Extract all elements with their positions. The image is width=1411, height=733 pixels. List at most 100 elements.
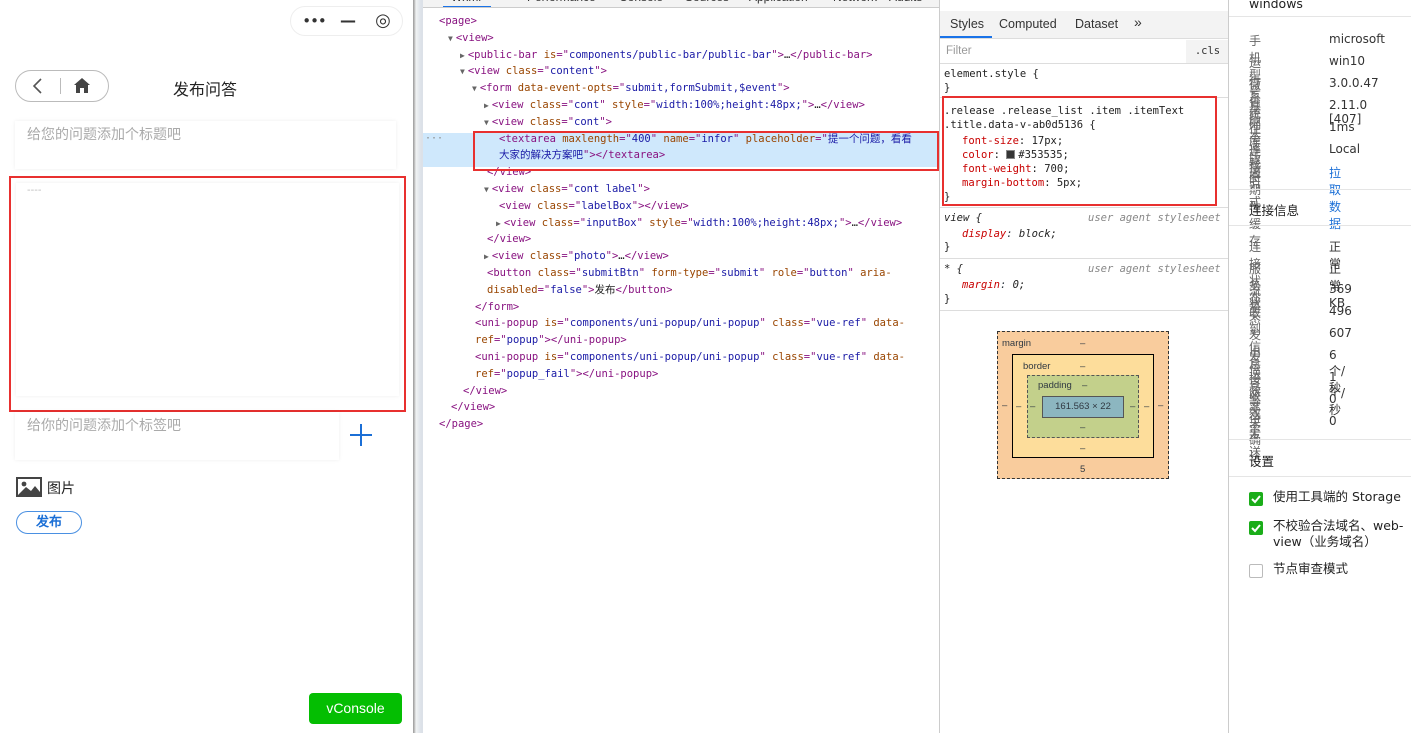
expand-toggle-icon[interactable]: ▶ xyxy=(496,219,501,228)
info-value: 3.0.0.47 xyxy=(1329,76,1379,90)
wxml-line[interactable]: ▶ <view class="inputBox" style="width:100… xyxy=(496,215,902,232)
info-value[interactable]: 拉取数据 xyxy=(1329,164,1341,232)
wxml-token: =" xyxy=(557,351,570,363)
vconsole-button[interactable]: vConsole xyxy=(309,693,402,724)
panel-splitter[interactable] xyxy=(413,0,423,733)
setting-checkbox[interactable] xyxy=(1249,564,1263,578)
publish-button[interactable]: 发布 xyxy=(16,511,82,534)
filter-input[interactable]: Filter xyxy=(946,45,972,57)
wxml-line[interactable]: ref="popup"></uni-popup> xyxy=(472,332,627,349)
wxml-token: submit,formSubmit,$event xyxy=(625,82,777,95)
expand-toggle-icon[interactable]: ▶ xyxy=(484,252,489,261)
wxml-token: =" xyxy=(612,82,626,95)
expand-toggle-icon[interactable]: ▶ xyxy=(484,101,489,110)
setting-checkbox[interactable] xyxy=(1249,492,1263,506)
wxml-token: "></uni-popup> xyxy=(538,334,627,347)
wxml-token: </view> xyxy=(463,384,508,397)
wxml-line[interactable]: <button class="submitBtn" form-type="sub… xyxy=(484,265,892,282)
boxmodel-border: border – – – – padding – – – – 161.563 ×… xyxy=(1012,354,1154,458)
back-arrow-icon[interactable] xyxy=(30,77,44,95)
wxml-token: "> xyxy=(594,65,607,78)
more-tabs-icon[interactable]: » xyxy=(1134,14,1142,30)
wxml-token: form-type xyxy=(651,267,709,279)
info-value: win10 xyxy=(1329,54,1366,68)
wxml-token: ref xyxy=(475,367,494,380)
expand-toggle-icon[interactable]: ▼ xyxy=(484,185,489,194)
title-input[interactable]: 给您的问题添加个标题吧 xyxy=(15,121,396,169)
tab-computed[interactable]: Computed xyxy=(999,17,1057,31)
expand-toggle-icon[interactable]: ▼ xyxy=(460,67,465,76)
cls-button[interactable]: .cls xyxy=(1186,40,1228,63)
platform-label: windows xyxy=(1249,0,1303,11)
minimize-icon[interactable]: — xyxy=(337,7,359,35)
wxml-token: " xyxy=(759,317,773,330)
title-placeholder: 给您的问题添加个标题吧 xyxy=(27,127,181,143)
wxml-line[interactable]: disabled="false">发布</button> xyxy=(484,282,672,299)
tab-styles[interactable]: Styles xyxy=(950,17,984,31)
wxml-line[interactable]: ref="popup_fail"></uni-popup> xyxy=(472,366,658,383)
prop-name: display xyxy=(962,228,1007,240)
image-icon[interactable] xyxy=(16,477,42,497)
expand-toggle-icon[interactable]: ▼ xyxy=(472,84,477,93)
wxml-token: " xyxy=(860,317,874,330)
wxml-token: <public-bar xyxy=(467,48,544,61)
wxml-line[interactable]: ▶ <view class="cont" style="width:100%;he… xyxy=(484,97,865,114)
border-label: border xyxy=(1023,361,1051,372)
wxml-token: "> xyxy=(771,48,784,61)
home-icon[interactable] xyxy=(73,77,91,94)
wxml-line[interactable]: <uni-popup is="components/uni-popup/uni-… xyxy=(472,315,905,332)
conn-value: 607 xyxy=(1329,326,1352,340)
wxml-line[interactable]: ▼ <view class="cont label"> xyxy=(484,181,650,198)
page-title: 发布问答 xyxy=(172,80,237,99)
expand-toggle-icon[interactable]: ▶ xyxy=(460,51,465,60)
add-tag-plus-icon[interactable] xyxy=(349,423,373,447)
wxml-token: cont xyxy=(574,115,600,128)
wxml-token: class xyxy=(529,183,562,195)
border-right-value: – xyxy=(1144,401,1150,412)
more-dots-icon[interactable]: ••• xyxy=(299,7,329,35)
image-label[interactable]: 图片 xyxy=(47,478,75,498)
wxml-line[interactable]: ▶ <view class="photo">…</view> xyxy=(484,248,669,265)
wxml-token: <uni-popup xyxy=(475,351,545,363)
padding-top-value: – xyxy=(1082,380,1088,391)
element-style-close: } xyxy=(944,82,951,94)
margin-right-value: – xyxy=(1158,400,1164,411)
border-left-value: – xyxy=(1016,401,1022,412)
wxml-token: " xyxy=(847,267,861,279)
wxml-line[interactable]: </view> xyxy=(460,383,507,400)
wxml-token: <view xyxy=(491,183,530,195)
setting-label[interactable]: 使用工具端的 Storage xyxy=(1273,489,1409,505)
boxmodel-margin: margin – – – 5 border – – – – padding – … xyxy=(997,331,1169,479)
wxml-token: =" xyxy=(568,199,582,212)
wxml-line[interactable]: <page> xyxy=(436,13,477,30)
wxml-line[interactable]: <uni-popup is="components/uni-popup/uni-… xyxy=(472,349,905,366)
filter-bar: Filter .cls xyxy=(940,40,1228,64)
wxml-token: ref xyxy=(475,334,494,347)
expand-toggle-icon[interactable]: ▼ xyxy=(448,34,453,43)
tag-input[interactable]: 给你的问题添加个标签吧 xyxy=(15,412,339,460)
tab-dataset[interactable]: Dataset xyxy=(1075,17,1118,31)
wxml-token: =" xyxy=(803,351,817,363)
wxml-line[interactable]: ▼ <view> xyxy=(448,30,494,47)
wxml-line[interactable]: <view class="labelBox"></view> xyxy=(496,198,689,215)
wxml-line[interactable]: ▼ <form data-event-opts="submit,formSubmi… xyxy=(472,80,790,97)
expand-toggle-icon[interactable]: ▼ xyxy=(484,118,489,127)
content-textarea[interactable]: ---- xyxy=(16,183,399,396)
prop-value: block; xyxy=(1018,228,1057,240)
wxml-token: =" xyxy=(493,367,507,380)
wxml-line[interactable]: ▶ <public-bar is="components/public-bar/p… xyxy=(460,47,872,64)
wxml-line[interactable]: </view> xyxy=(484,231,531,248)
wxml-token: is xyxy=(544,317,558,330)
wxml-line[interactable]: ▼ <view class="content"> xyxy=(460,63,607,80)
wxml-line[interactable]: </form> xyxy=(472,299,519,316)
setting-label[interactable]: 节点审查模式 xyxy=(1273,561,1409,577)
setting-checkbox[interactable] xyxy=(1249,521,1263,535)
wxml-line[interactable]: </page> xyxy=(436,416,483,433)
close-target-icon[interactable]: ◎ xyxy=(371,7,395,35)
wxml-token: </public-bar> xyxy=(790,48,873,61)
ua-star-selector: * { xyxy=(944,263,963,275)
wxml-line[interactable]: ▼ <view class="cont"> xyxy=(484,114,612,131)
nav-capsule xyxy=(15,70,109,102)
wxml-line[interactable]: </view> xyxy=(448,399,495,416)
setting-label[interactable]: 不校验合法域名、web-view（业务域名） xyxy=(1273,518,1409,550)
